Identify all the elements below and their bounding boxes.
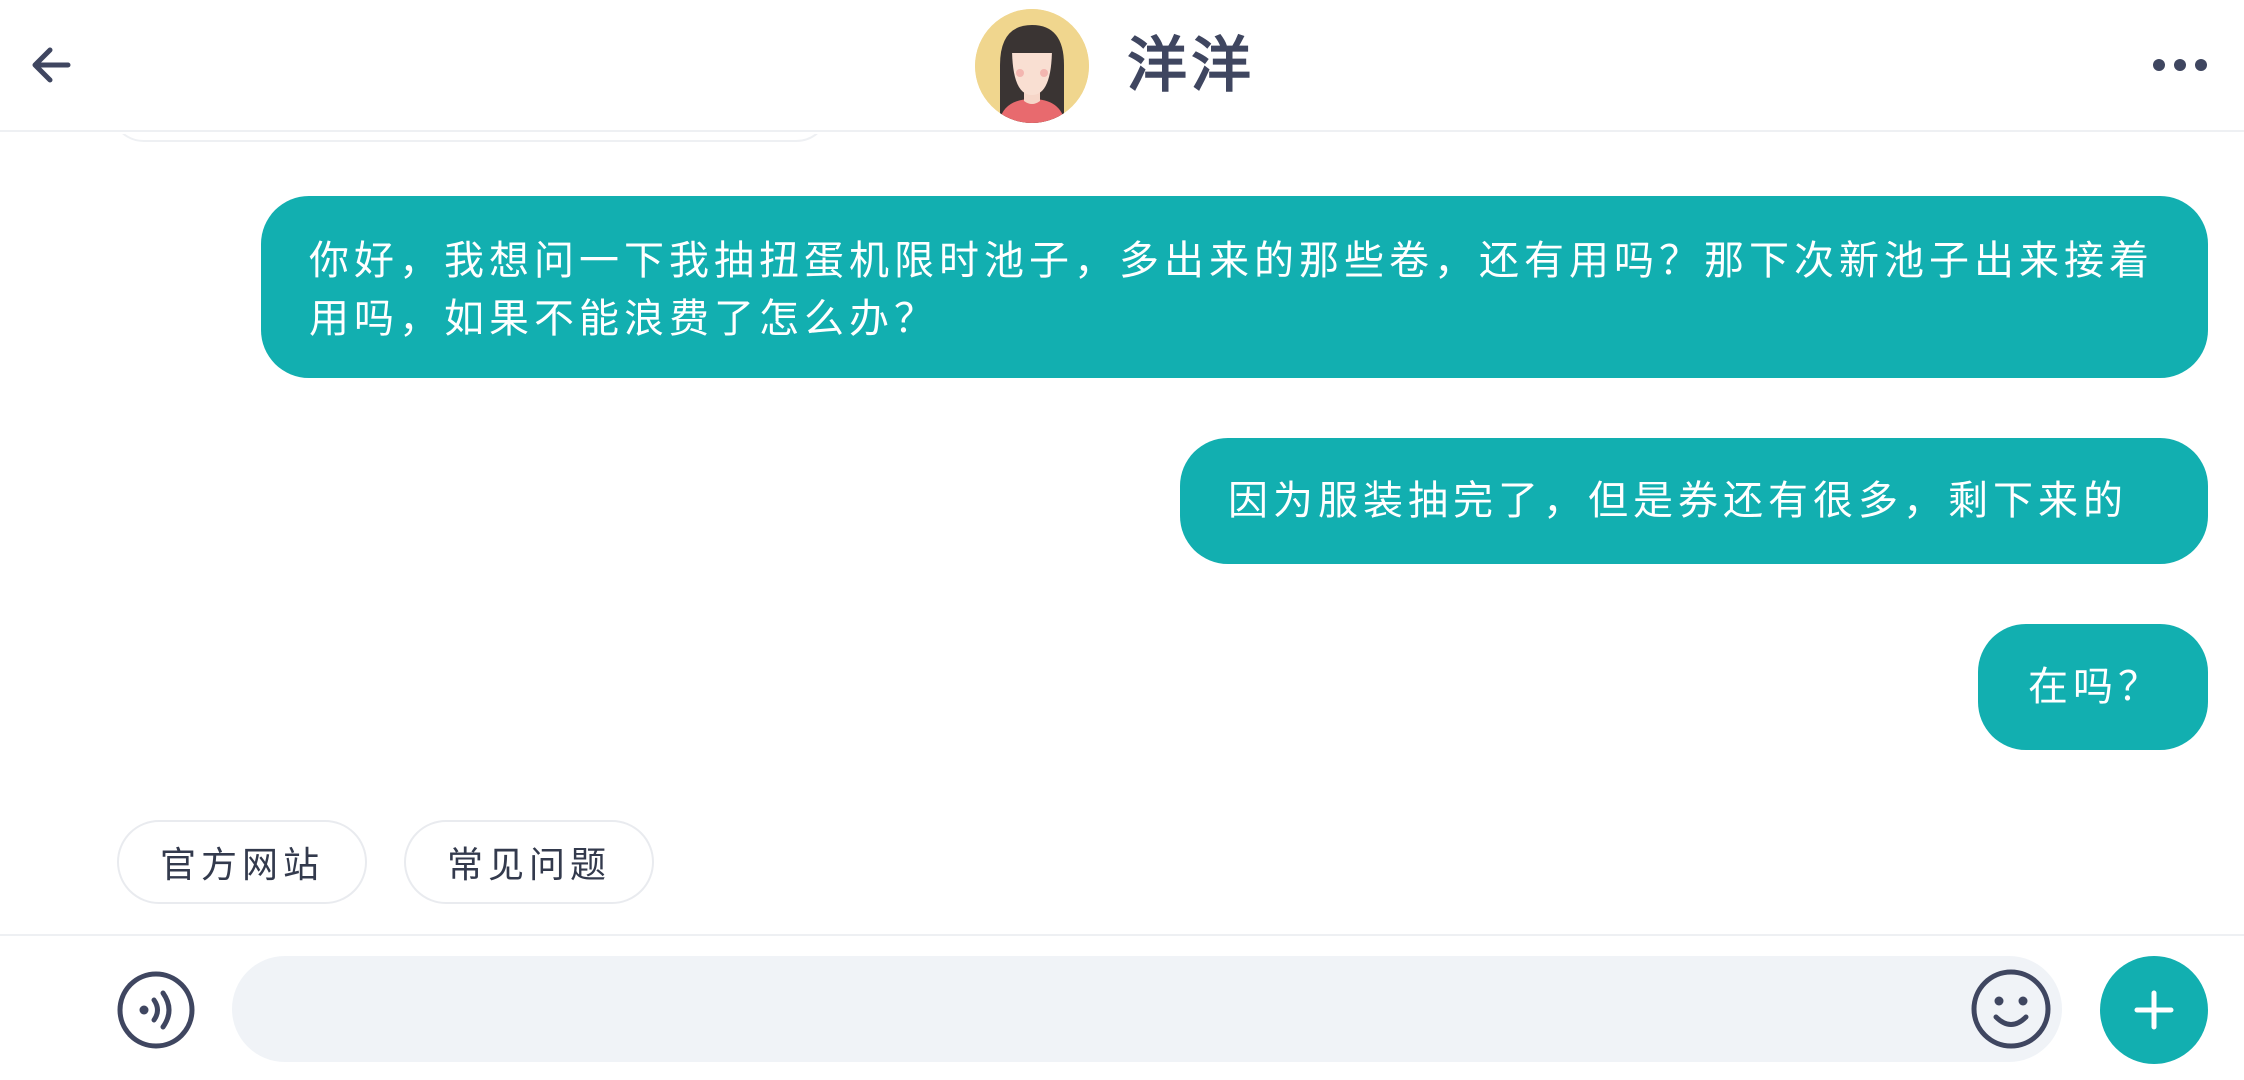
quick-reply-faq[interactable]: 常见问题 (404, 820, 654, 904)
arrow-left-icon (32, 47, 71, 83)
voice-button[interactable] (116, 970, 196, 1050)
message-input[interactable] (232, 956, 2062, 1062)
plus-icon (2134, 990, 2174, 1030)
more-options-button[interactable] (2144, 40, 2216, 90)
outgoing-message-bubble[interactable]: 因为服装抽完了，但是券还有很多，剩下来的 (1180, 438, 2208, 564)
girl-avatar-icon (975, 9, 1089, 123)
more-horizontal-icon (2153, 59, 2165, 71)
chat-header: 洋洋 (0, 0, 2244, 132)
emoji-icon (1971, 969, 2051, 1049)
outgoing-message-bubble[interactable]: 你好，我想问一下我抽扭蛋机限时池子，多出来的那些卷，还有用吗？那下次新池子出来接… (261, 196, 2208, 378)
outgoing-message-bubble[interactable]: 在吗？ (1978, 624, 2208, 750)
emoji-button[interactable] (1970, 968, 2052, 1050)
contact-name: 洋洋 (1127, 31, 1255, 101)
more-actions-button[interactable] (2100, 956, 2208, 1064)
avatar[interactable] (975, 9, 1089, 123)
quick-reply-official-website[interactable]: 官方网站 (117, 820, 367, 904)
voice-icon (117, 971, 195, 1049)
chat-screen: 洋洋 你好，我想问一下我抽扭蛋机限时池子，多出来的那些卷，还有用吗？那下次新池子… (0, 0, 2244, 1080)
input-bar (0, 934, 2244, 1080)
previous-message-bubble (110, 134, 830, 142)
message-list[interactable]: 你好，我想问一下我抽扭蛋机限时池子，多出来的那些卷，还有用吗？那下次新池子出来接… (0, 134, 2244, 934)
chat-title: 洋洋 (975, 8, 1255, 124)
back-button[interactable] (20, 30, 82, 100)
